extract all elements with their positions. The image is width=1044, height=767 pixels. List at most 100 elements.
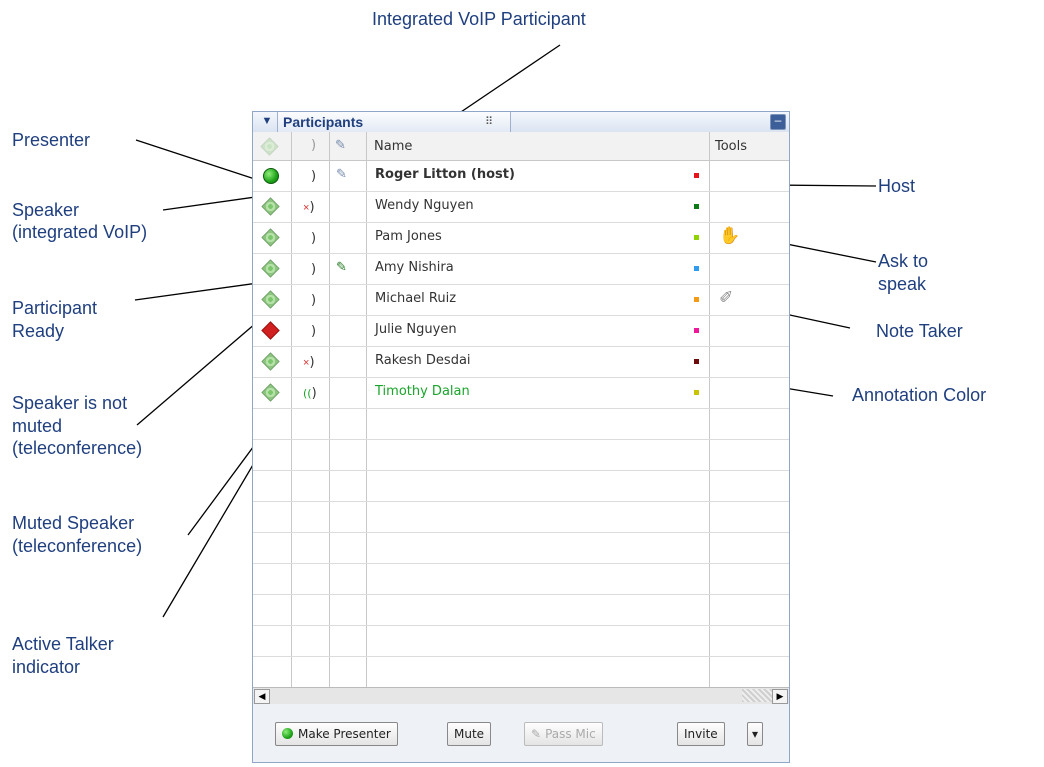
row-divider [253, 377, 789, 378]
row-divider [253, 253, 789, 254]
make-presenter-button[interactable]: Make Presenter [275, 722, 398, 746]
row-divider [253, 532, 789, 533]
participant-row[interactable]: ) ✎ Roger Litton (host) [253, 160, 789, 191]
participant-row[interactable]: ) Pam Jones ✋ [253, 222, 789, 253]
make-presenter-label: Make Presenter [298, 727, 391, 741]
row-divider [253, 222, 789, 223]
callout-muted-speaker-2: (teleconference) [12, 536, 143, 556]
phone-icon: ) [311, 293, 317, 308]
participant-row[interactable]: ) ✎ Amy Nishira [253, 253, 789, 284]
pencil-icon[interactable]: ✐ [719, 288, 733, 308]
row-divider [253, 408, 789, 409]
ready-icon [261, 259, 280, 278]
mute-button[interactable]: Mute [447, 722, 492, 746]
callout-participant-ready-1: Participant [12, 298, 98, 318]
row-divider [253, 625, 789, 626]
mute-label: Mute [454, 727, 485, 741]
annotation-color-swatch [694, 297, 699, 302]
presenter-dot-icon [282, 728, 293, 739]
callout-active-talker-2: indicator [12, 657, 81, 677]
drag-grip-icon[interactable]: ⠿ [485, 115, 493, 128]
row-divider [253, 284, 789, 285]
row-divider [253, 346, 789, 347]
phone-icon: ) [311, 262, 317, 277]
callout-annotation-color: Annotation Color [852, 385, 987, 405]
hand-icon[interactable]: ✋ [719, 226, 740, 246]
collapse-icon[interactable]: ▼ [259, 114, 275, 129]
phone-icon: ) [311, 231, 317, 246]
annotation-color-swatch [694, 328, 699, 333]
row-divider [253, 501, 789, 502]
audio-header-icon: ) [311, 138, 317, 153]
participant-row[interactable]: ) Michael Ruiz ✐ [253, 284, 789, 315]
annotation-color-swatch [694, 359, 699, 364]
panel-titlebar: ▼ Participants ⠿ – [253, 112, 789, 133]
panel-title: Participants [283, 114, 364, 130]
participant-row[interactable]: (() Timothy Dalan [253, 377, 789, 408]
ready-icon [261, 290, 280, 309]
muted-phone-icon: ×) [303, 200, 315, 215]
participant-name: Timothy Dalan [375, 384, 470, 399]
participant-name: Pam Jones [375, 229, 442, 244]
annotation-color-swatch [694, 390, 699, 395]
muted-phone-icon: ×) [303, 355, 315, 370]
callout-active-talker-1: Active Talker [12, 634, 114, 654]
participant-row[interactable]: ×) Wendy Nguyen [253, 191, 789, 222]
minimize-button[interactable]: – [770, 114, 786, 130]
scroll-thumb[interactable] [742, 689, 772, 702]
row-divider [253, 439, 789, 440]
callout-participant-ready-2: Ready [12, 321, 65, 341]
participants-panel: ▼ Participants ⠿ – ) ✎ Name Tools ) ✎ Roge… [252, 111, 790, 763]
callout-ask-to-speak-2: speak [878, 274, 927, 294]
callout-speaker-voip-2: (integrated VoIP) [12, 222, 148, 242]
action-button-bar: Make Presenter Mute ✎ Pass Mic Invite ▾ [253, 704, 789, 762]
participant-name: Roger Litton (host) [375, 167, 515, 182]
column-header-tools[interactable]: Tools [715, 139, 747, 154]
status-header-icon [260, 137, 279, 156]
participant-name: Amy Nishira [375, 260, 454, 275]
callout-speaker-not-muted-3: (teleconference) [12, 438, 143, 458]
ready-icon [261, 197, 280, 216]
row-divider [253, 594, 789, 595]
annotation-color-swatch [694, 235, 699, 240]
column-header-name[interactable]: Name [374, 139, 412, 154]
ready-icon [261, 383, 280, 402]
pass-mic-label: Pass Mic [545, 727, 596, 741]
mic-icon: ✎ [336, 166, 347, 181]
horizontal-scrollbar[interactable]: ◀ ▶ [253, 687, 789, 705]
presenter-icon [263, 168, 279, 184]
row-divider [253, 470, 789, 471]
callout-host: Host [878, 176, 916, 196]
participant-name: Julie Nguyen [375, 322, 457, 337]
participant-row[interactable]: ×) Rakesh Desdai [253, 346, 789, 377]
row-divider [253, 191, 789, 192]
scroll-right-icon[interactable]: ▶ [772, 689, 788, 704]
mic-icon: ✎ [531, 727, 542, 741]
annotation-color-swatch [694, 173, 699, 178]
invite-dropdown-icon[interactable]: ▾ [747, 722, 763, 746]
participants-grid: ) ✎ Name Tools ) ✎ Roger Litton (host) ×) We… [253, 132, 789, 688]
ready-icon [261, 352, 280, 371]
callout-note-taker: Note Taker [876, 321, 963, 341]
callout-ask-to-speak-1: Ask to [878, 251, 929, 271]
annotation-color-swatch [694, 266, 699, 271]
callout-integrated-voip: Integrated VoIP Participant [372, 9, 586, 29]
row-divider [253, 656, 789, 657]
callout-muted-speaker-1: Muted Speaker [12, 513, 135, 533]
not-ready-icon [261, 321, 280, 340]
phone-icon: ) [311, 169, 317, 184]
annotation-color-swatch [694, 204, 699, 209]
row-divider [253, 563, 789, 564]
invite-button[interactable]: Invite [677, 722, 725, 746]
participant-name: Rakesh Desdai [375, 353, 471, 368]
pass-mic-button[interactable]: ✎ Pass Mic [524, 722, 603, 746]
participant-row[interactable]: ) Julie Nguyen [253, 315, 789, 346]
row-divider [253, 315, 789, 316]
scroll-left-icon[interactable]: ◀ [254, 689, 270, 704]
mic-header-icon: ✎ [335, 137, 346, 152]
ready-icon [261, 228, 280, 247]
callout-speaker-voip-1: Speaker [12, 200, 80, 220]
phone-icon: ) [311, 324, 317, 339]
talking-phone-icon: (() [303, 386, 317, 401]
active-mic-icon: ✎ [336, 259, 347, 274]
